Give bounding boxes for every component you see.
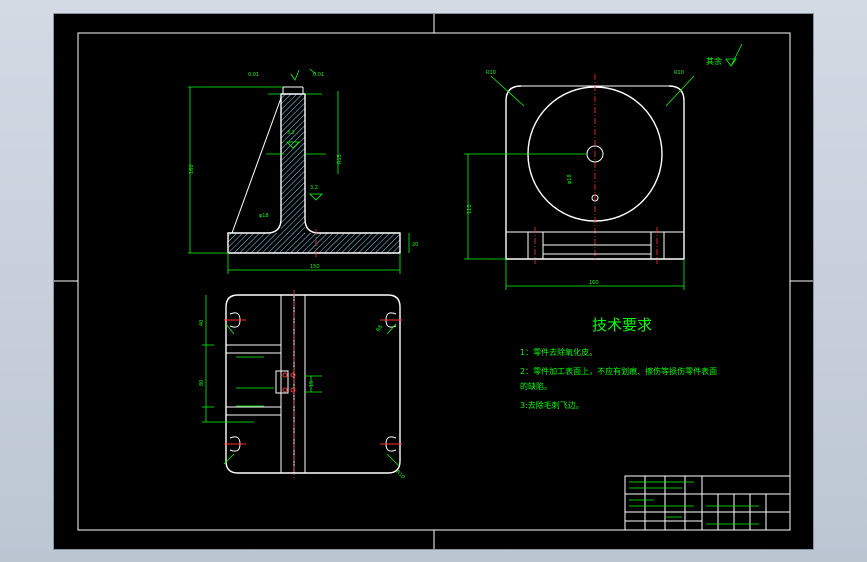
svg-text:φ18: φ18 (259, 213, 269, 219)
svg-text:80: 80 (199, 380, 205, 386)
tech-requirement-2-cont: 的缺陷。 (520, 381, 552, 391)
web-hatch (281, 94, 305, 234)
front-section-view: 160 150 20 R15 0.01 0.01 3.2 3.2 φ18 (188, 68, 418, 274)
technical-requirements: 技术要求 1：零件去除氧化皮。 2：零件加工表面上，不应有划痕、擦伤等损伤零件表… (520, 316, 717, 410)
svg-text:150: 150 (310, 264, 320, 270)
svg-text:160: 160 (189, 164, 195, 174)
svg-text:15: 15 (309, 381, 315, 387)
side-view: 110 160 R10 R10 φ18 其余 (464, 43, 743, 290)
svg-text:0.01: 0.01 (313, 72, 324, 78)
svg-text:R10: R10 (674, 70, 684, 76)
svg-text:R15: R15 (337, 154, 343, 164)
svg-text:3.2: 3.2 (287, 130, 295, 136)
svg-text:160: 160 (589, 280, 599, 286)
tech-requirement-1: 1：零件去除氧化皮。 (520, 347, 597, 357)
base-hatch (228, 233, 400, 253)
title-block (624, 475, 791, 531)
drawing-border (54, 14, 813, 549)
tech-requirements-title: 技术要求 (592, 316, 652, 334)
tech-requirement-3: 3:去除毛刺飞边。 (520, 400, 584, 410)
svg-text:R8: R8 (376, 324, 385, 333)
svg-text:φ18: φ18 (567, 174, 573, 184)
svg-text:R10: R10 (395, 469, 406, 480)
svg-text:20: 20 (412, 242, 418, 248)
svg-text:3.2: 3.2 (310, 185, 318, 191)
svg-text:R10: R10 (486, 70, 496, 76)
svg-text:0.01: 0.01 (248, 72, 259, 78)
cad-drawing-canvas[interactable]: 160 150 20 R15 0.01 0.01 3.2 3.2 φ18 110… (54, 14, 813, 549)
drawing-sheet[interactable]: 160 150 20 R15 0.01 0.01 3.2 3.2 φ18 110… (53, 13, 814, 550)
tech-requirement-2: 2：零件加工表面上，不应有划痕、擦伤等损伤零件表面 (520, 366, 717, 376)
top-view: 40 80 15 R8 R10 (199, 290, 406, 480)
svg-text:40: 40 (199, 320, 205, 326)
roughness-note: 其余 (706, 56, 722, 66)
svg-text:110: 110 (467, 204, 473, 214)
